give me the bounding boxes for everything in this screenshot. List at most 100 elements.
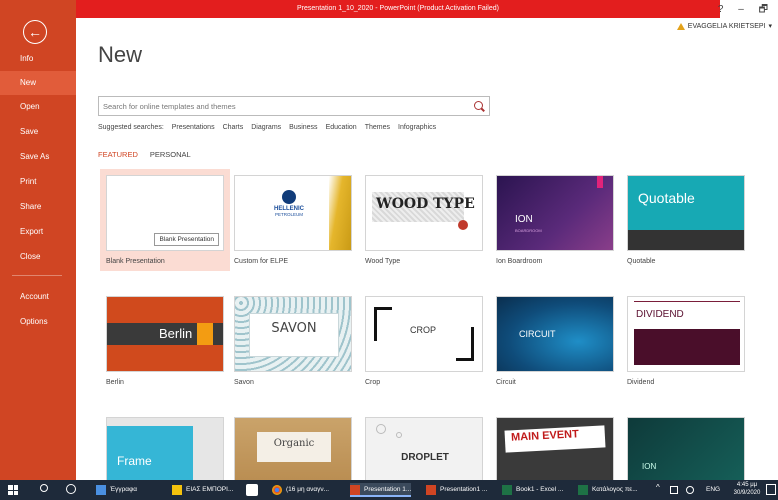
template-crop[interactable]: CROP Crop [365, 296, 483, 386]
chevron-down-icon: ▾ [768, 23, 772, 30]
template-thumbnail: CROP [365, 296, 483, 372]
template-thumbnail: DIVIDEND [627, 296, 745, 372]
suggested-presentations[interactable]: Presentations [172, 124, 215, 131]
tray-chevron-up-icon[interactable]: ^ [656, 483, 660, 492]
thumbnail-text: ION [642, 462, 657, 471]
sidebar-item-info[interactable]: Info [0, 47, 76, 71]
tab-personal[interactable]: PERSONAL [150, 150, 191, 159]
suggested-infographics[interactable]: Infographics [398, 124, 436, 131]
thumbnail-text: Frame [117, 454, 152, 468]
sidebar-item-save-as[interactable]: Save As [0, 145, 76, 169]
thumbnail-text: DIVIDEND [636, 309, 684, 320]
powerpoint-icon [350, 485, 360, 495]
suggested-charts[interactable]: Charts [223, 124, 244, 131]
account-menu[interactable]: EVAGGELIA KRIETSEPI ▾ [676, 22, 772, 30]
template-ion-boardroom[interactable]: ION BOARDROOM Ion Boardroom [496, 175, 614, 265]
folder-icon [172, 485, 182, 495]
template-savon[interactable]: SAVON Savon [234, 296, 352, 386]
taskbar-item-label: Book1 - Excel ... [516, 486, 564, 493]
template-wood-type[interactable]: WOOD TYPE Wood Type [365, 175, 483, 265]
template-custom-elpe[interactable]: HELLENIC PETROLEUM Custom for ELPE [234, 175, 352, 265]
suggested-searches: Suggested searches: Presentations Charts… [98, 124, 436, 131]
template-name: Dividend [627, 379, 655, 386]
template-blank-presentation[interactable]: Blank Presentation Blank Presentation [100, 169, 230, 271]
title-bar: Presentation 1_10_2020 - PowerPoint (Pro… [76, 0, 778, 18]
template-name: Crop [365, 379, 381, 386]
sidebar-item-save[interactable]: Save [0, 120, 76, 144]
brand-line: PETROLEUM [274, 212, 303, 217]
windows-start-icon[interactable] [8, 485, 18, 495]
search-icon[interactable] [474, 101, 483, 110]
notification-icon[interactable] [766, 484, 776, 495]
suggested-diagrams[interactable]: Diagrams [251, 124, 281, 131]
sidebar-item-export[interactable]: Export [0, 220, 76, 244]
template-quotable[interactable]: Quotable Quotable [627, 175, 745, 265]
taskbar-item-presentation-1[interactable]: Presentation 1... [350, 483, 412, 497]
windows-taskbar: Έγγραφα ΕΙΑΣ ΕΜΠΟΡΙ... (16 μη αναγν... P… [0, 480, 778, 500]
volume-icon[interactable] [686, 486, 694, 494]
taskbar-item-katalogos[interactable]: Κατάλογος πε... [578, 483, 638, 497]
store-icon[interactable] [246, 484, 258, 496]
sidebar-item-open[interactable]: Open [0, 95, 76, 119]
sidebar-item-account[interactable]: Account [0, 285, 76, 309]
suggested-education[interactable]: Education [326, 124, 357, 131]
sidebar-item-options[interactable]: Options [0, 310, 76, 334]
taskbar-item-documents[interactable]: Έγγραφα [96, 483, 137, 497]
suggested-business[interactable]: Business [289, 124, 317, 131]
taskbar-item-chrome[interactable]: (16 μη αναγν... [272, 483, 329, 497]
template-thumbnail: Blank Presentation [106, 175, 224, 251]
template-tabs: FEATURED PERSONAL [98, 150, 191, 159]
template-search-box[interactable] [98, 96, 490, 116]
sidebar-item-new[interactable]: New [0, 71, 76, 95]
excel-icon [578, 485, 588, 495]
cortana-icon[interactable] [66, 484, 76, 494]
thumbnail-text: CROP [410, 325, 437, 335]
clock-time: 4:45 μμ [736, 482, 758, 488]
template-thumbnail: CIRCUIT [496, 296, 614, 372]
network-icon[interactable] [670, 486, 678, 494]
template-name: Quotable [627, 258, 656, 265]
back-arrow-icon[interactable]: ← [23, 20, 47, 44]
taskbar-item-presentation1[interactable]: Presentation1 ... [426, 483, 487, 497]
sidebar-divider [12, 275, 62, 276]
taskbar-item-label: Presentation 1... [364, 486, 412, 493]
sidebar-item-print[interactable]: Print [0, 170, 76, 194]
taskbar-item-label: Κατάλογος πε... [592, 486, 638, 493]
template-search-input[interactable] [103, 99, 463, 113]
taskbar-item-book1-excel[interactable]: Book1 - Excel ... [502, 483, 563, 497]
chrome-icon [272, 485, 282, 495]
thumbnail-text: Organic [273, 438, 315, 449]
template-thumbnail: ION BOARDROOM [496, 175, 614, 251]
template-thumbnail: Berlin [106, 296, 224, 372]
elpe-logo-icon [282, 190, 296, 204]
suggested-themes[interactable]: Themes [365, 124, 390, 131]
user-name: EVAGGELIA KRIETSEPI [687, 22, 766, 30]
taskbar-item-label: Έγγραφα [110, 486, 138, 493]
template-name: Circuit [496, 379, 516, 386]
clock[interactable]: 4:45 μμ 30/9/2020 [730, 481, 764, 497]
template-name: Ion Boardroom [496, 258, 543, 265]
folder-icon [96, 485, 106, 495]
template-circuit[interactable]: CIRCUIT Circuit [496, 296, 614, 386]
taskbar-item-eias[interactable]: ΕΙΑΣ ΕΜΠΟΡΙ... [172, 483, 233, 497]
template-berlin[interactable]: Berlin Berlin [106, 296, 224, 386]
sidebar-item-close[interactable]: Close [0, 245, 76, 269]
tooltip: Blank Presentation [154, 233, 219, 246]
template-name: Wood Type [365, 258, 401, 265]
tab-featured[interactable]: FEATURED [98, 150, 138, 159]
search-icon[interactable] [40, 484, 48, 492]
powerpoint-window: ← Info New Open Save Save As Print Share… [0, 0, 778, 493]
sidebar-item-share[interactable]: Share [0, 195, 76, 219]
excel-icon [502, 485, 512, 495]
clock-date: 30/9/2020 [733, 490, 761, 496]
backstage-sidebar: ← Info New Open Save Save As Print Share… [0, 0, 76, 480]
template-dividend[interactable]: DIVIDEND Dividend [627, 296, 745, 386]
thumbnail-text: CIRCUIT [519, 329, 556, 339]
language-indicator[interactable]: ENG [706, 483, 720, 497]
template-thumbnail: WOOD TYPE [365, 175, 483, 251]
window-controls[interactable]: ? – 🗗 [718, 2, 774, 19]
powerpoint-icon [426, 485, 436, 495]
thumbnail-text: DROPLET [401, 452, 449, 463]
thumbnail-subtext: BOARDROOM [515, 228, 542, 233]
template-name: Custom for ELPE [234, 258, 289, 265]
